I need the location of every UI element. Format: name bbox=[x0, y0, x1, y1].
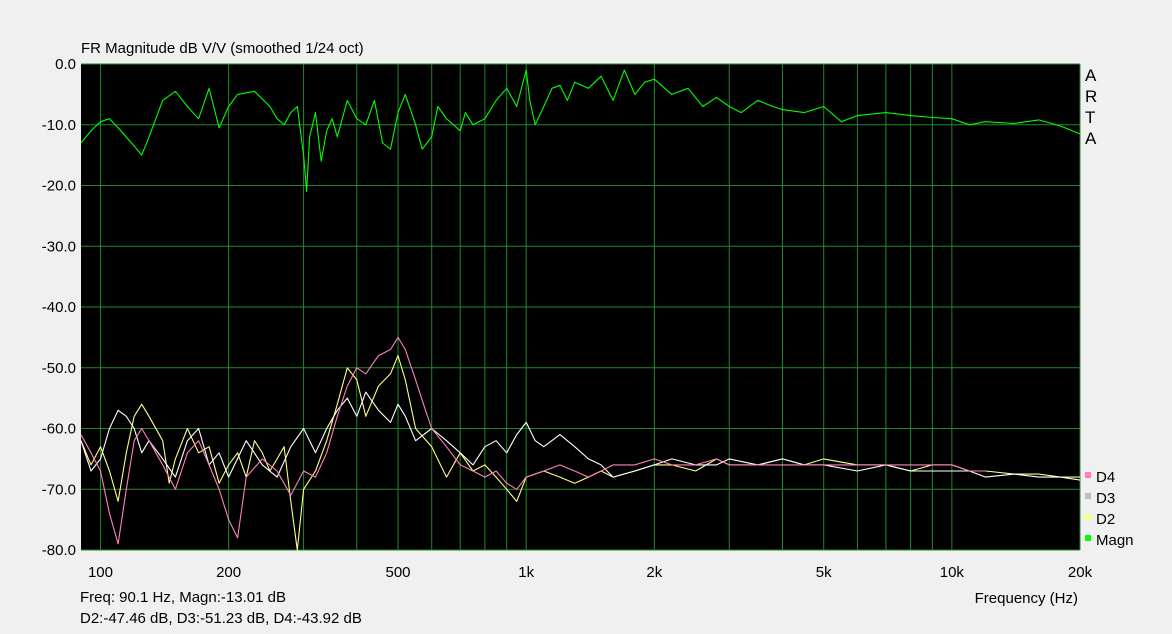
x-axis-ticks: 100 200 500 1k 2k 5k 10k 20k bbox=[88, 564, 1093, 581]
x-tick-label: 200 bbox=[216, 564, 241, 581]
legend-swatch-magn bbox=[1085, 535, 1091, 541]
x-tick-label: 20k bbox=[1068, 564, 1093, 581]
legend-label-magn: Magn bbox=[1096, 532, 1134, 549]
legend-swatch-d4 bbox=[1085, 472, 1091, 478]
y-tick-label: -50.0 bbox=[42, 360, 76, 377]
legend-label-d2: D2 bbox=[1096, 511, 1115, 528]
watermark-letter: A bbox=[1085, 66, 1097, 85]
x-tick-label: 100 bbox=[88, 564, 113, 581]
y-tick-label: -30.0 bbox=[42, 238, 76, 255]
legend-swatch-d3 bbox=[1085, 493, 1091, 499]
y-tick-label: -20.0 bbox=[42, 178, 76, 195]
y-tick-label: 0.0 bbox=[55, 56, 76, 73]
x-tick-label: 500 bbox=[386, 564, 411, 581]
watermark-letter: R bbox=[1085, 87, 1097, 106]
y-tick-label: -80.0 bbox=[42, 542, 76, 559]
chart-title: FR Magnitude dB V/V (smoothed 1/24 oct) bbox=[81, 40, 364, 57]
y-tick-label: -70.0 bbox=[42, 481, 76, 498]
watermark-letter: A bbox=[1085, 129, 1097, 148]
y-axis-ticks: 0.0 -10.0 -20.0 -30.0 -40.0 -50.0 -60.0 -70.0 -8… bbox=[42, 56, 76, 559]
x-tick-label: 2k bbox=[646, 564, 662, 581]
watermark-letter: T bbox=[1085, 108, 1095, 127]
y-tick-label: -60.0 bbox=[42, 421, 76, 438]
x-tick-label: 1k bbox=[518, 564, 534, 581]
x-tick-label: 10k bbox=[940, 564, 965, 581]
chart: FR Magnitude dB V/V (smoothed 1/24 oct) … bbox=[42, 40, 1134, 607]
y-tick-label: -40.0 bbox=[42, 299, 76, 316]
legend-swatch-d2 bbox=[1085, 514, 1091, 520]
x-tick-label: 5k bbox=[816, 564, 832, 581]
legend-label-d3: D3 bbox=[1096, 490, 1115, 507]
legend-label-d4: D4 bbox=[1096, 469, 1115, 486]
cursor-readout-line-2: D2:-47.46 dB, D3:-51.23 dB, D4:-43.92 dB bbox=[80, 610, 362, 627]
arta-watermark: ARTA bbox=[1085, 66, 1097, 148]
legend: D4 D3 D2 Magn bbox=[1085, 469, 1134, 549]
cursor-readout-line-1: Freq: 90.1 Hz, Magn:-13.01 dB bbox=[80, 589, 286, 606]
x-axis-label: Frequency (Hz) bbox=[975, 590, 1078, 607]
y-tick-label: -10.0 bbox=[42, 117, 76, 134]
